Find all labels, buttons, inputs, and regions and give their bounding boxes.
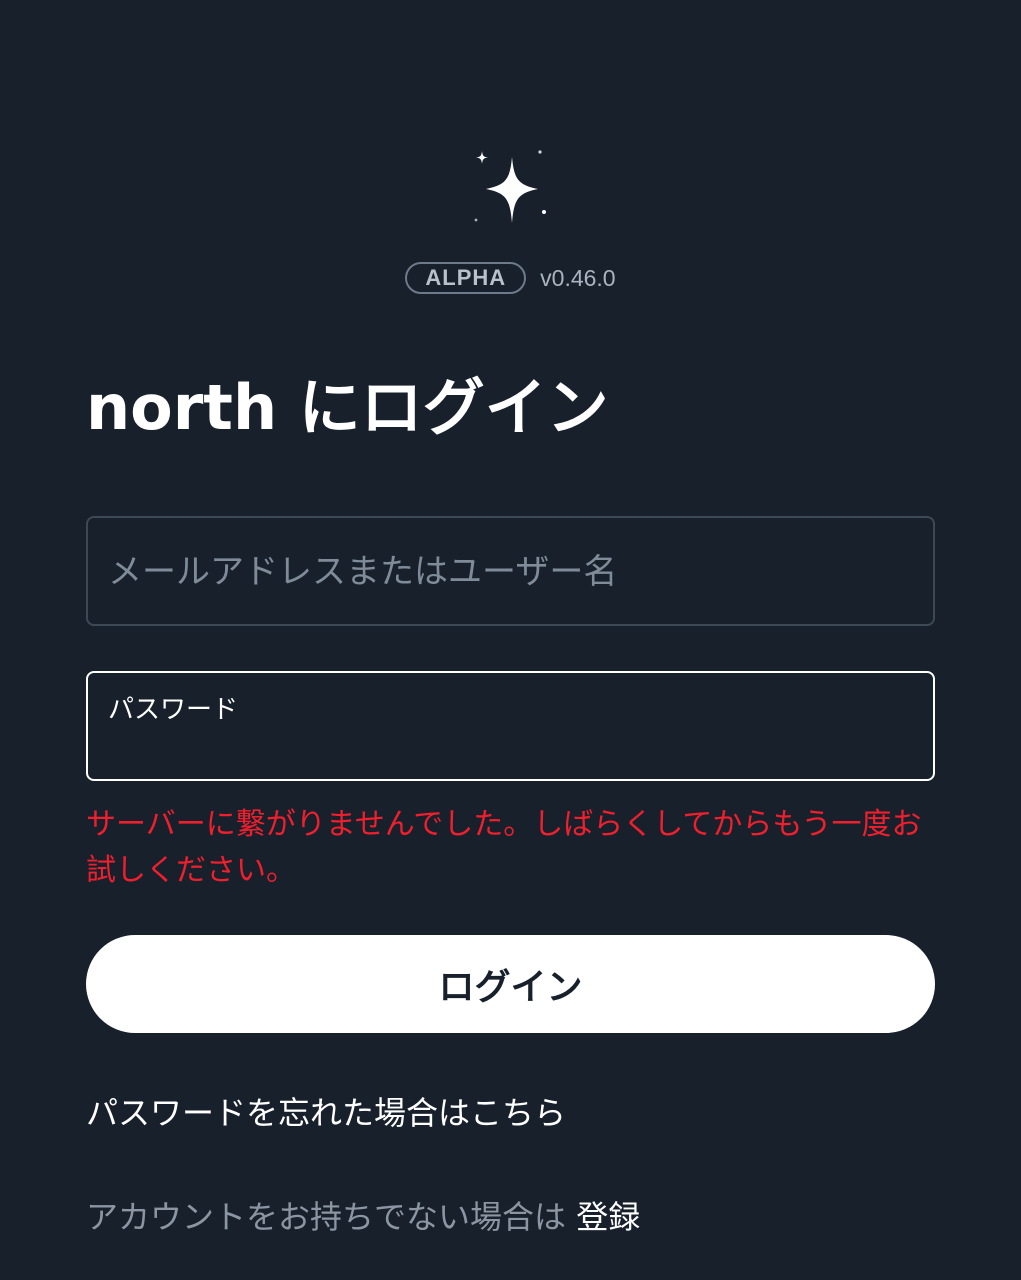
- version-label: v0.46.0: [540, 264, 616, 291]
- password-label: パスワード: [108, 695, 239, 725]
- password-field[interactable]: パスワード: [86, 671, 935, 781]
- signup-prompt: アカウントをお持ちでない場合は: [86, 1198, 577, 1236]
- forgot-password-link[interactable]: パスワードを忘れた場合はこちら: [86, 1088, 566, 1134]
- login-button[interactable]: ログイン: [86, 935, 935, 1033]
- signup-row: アカウントをお持ちでない場合は 登録: [86, 1192, 640, 1238]
- register-link[interactable]: 登録: [576, 1198, 640, 1236]
- sparkle-icon: [468, 145, 552, 229]
- email-field[interactable]: [86, 516, 935, 626]
- version-row: ALPHA v0.46.0: [0, 262, 1021, 294]
- error-message: サーバーに繋がりませんでした。しばらくしてからもう一度お試しください。: [86, 807, 922, 888]
- email-input[interactable]: [108, 550, 908, 594]
- alpha-badge: ALPHA: [405, 262, 527, 294]
- page-title: north にログイン: [86, 371, 609, 444]
- password-input[interactable]: [108, 729, 908, 765]
